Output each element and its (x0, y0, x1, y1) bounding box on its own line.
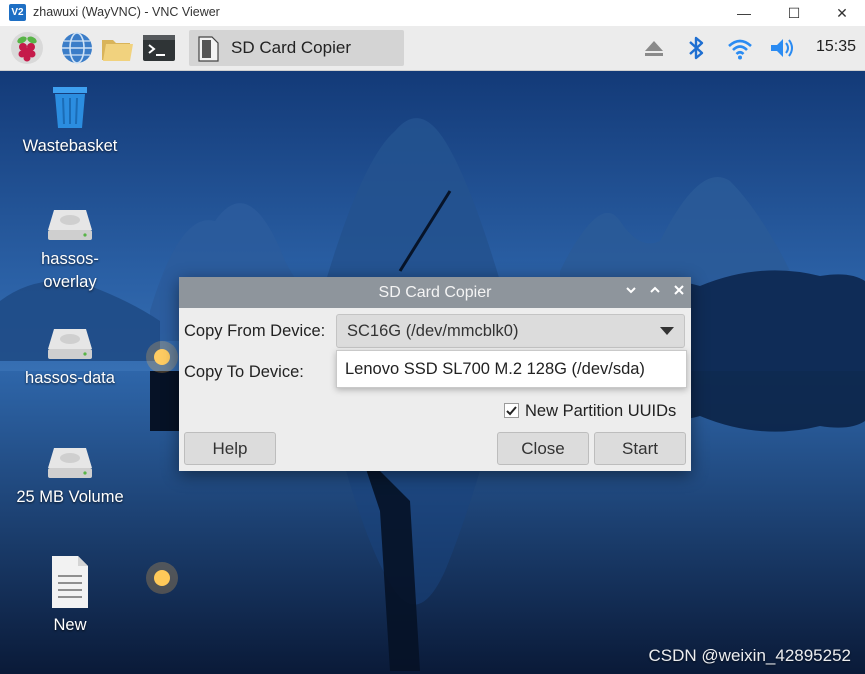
checkmark-icon (506, 406, 517, 416)
desktop-icon-25mb-volume[interactable]: 25 MB Volume (10, 442, 130, 509)
copy-from-dropdown[interactable]: SC16G (/dev/mmcblk0) (336, 314, 685, 348)
drive-icon (48, 448, 92, 478)
copy-from-selected-value: SC16G (/dev/mmcblk0) (347, 322, 519, 340)
sd-card-copier-dialog: SD Card Copier Copy From Device: SC16G (… (179, 277, 691, 471)
terminal-icon[interactable] (141, 30, 177, 66)
volume-icon[interactable] (768, 33, 798, 63)
desktop-icon-label-line1: hassos- (41, 250, 99, 268)
raspberry-menu-icon[interactable] (9, 30, 45, 66)
dialog-close-icon[interactable] (669, 282, 689, 302)
vnc-window-titlebar: V2 zhawuxi (WayVNC) - VNC Viewer — ☐ ✕ (0, 0, 865, 26)
desktop-icon-label: hassos-data (25, 369, 115, 387)
dialog-minimize-chevron-down-icon[interactable] (621, 282, 641, 302)
desktop-icon-hassos-overlay[interactable]: hassos- overlay (10, 204, 130, 294)
file-manager-folder-icon[interactable] (100, 30, 136, 66)
dialog-titlebar[interactable]: SD Card Copier (179, 277, 691, 308)
start-button[interactable]: Start (594, 432, 686, 465)
maximize-button[interactable]: ☐ (771, 0, 817, 26)
sd-card-icon (197, 36, 219, 62)
copy-to-dropdown-popup[interactable]: Lenovo SSD SL700 M.2 128G (/dev/sda) (336, 350, 687, 388)
bluetooth-icon[interactable] (685, 33, 707, 63)
desktop-icon-label: 25 MB Volume (16, 488, 124, 506)
desktop-icon-hassos-data[interactable]: hassos-data (10, 323, 130, 390)
new-partition-uuids-label: New Partition UUIDs (525, 402, 677, 420)
document-icon (52, 556, 88, 608)
clock[interactable]: 15:35 (816, 38, 856, 56)
desktop-icon-label: New (53, 616, 87, 634)
close-window-button[interactable]: ✕ (819, 0, 865, 26)
taskbar-window-label: SD Card Copier (231, 38, 351, 57)
desktop-icon-label: Wastebasket (22, 137, 118, 155)
minimize-button[interactable]: — (721, 0, 767, 26)
dialog-maximize-chevron-up-icon[interactable] (645, 282, 665, 302)
vnc-window-title: zhawuxi (WayVNC) - VNC Viewer (33, 5, 220, 19)
top-panel: SD Card Copier 15:35 (0, 26, 865, 71)
copy-to-option[interactable]: Lenovo SSD SL700 M.2 128G (/dev/sda) (345, 360, 645, 379)
desktop-icon-label-line2: overlay (43, 273, 97, 291)
vnc-logo-icon: V2 (9, 4, 26, 21)
copy-to-label: Copy To Device: (184, 363, 304, 381)
drive-icon (48, 210, 92, 240)
close-button[interactable]: Close (497, 432, 589, 465)
dropdown-arrow-icon (660, 327, 674, 335)
browser-globe-icon[interactable] (59, 30, 95, 66)
dialog-title: SD Card Copier (378, 284, 492, 301)
wifi-icon[interactable] (726, 33, 754, 63)
taskbar-window-sd-card-copier[interactable]: SD Card Copier (189, 30, 404, 66)
help-button[interactable]: Help (184, 432, 276, 465)
copy-from-label: Copy From Device: (184, 322, 326, 340)
new-partition-uuids-checkbox[interactable] (504, 403, 519, 418)
drive-icon (48, 329, 92, 359)
desktop-icon-wastebasket[interactable]: Wastebasket (10, 83, 130, 158)
eject-icon[interactable] (641, 33, 667, 63)
csdn-watermark: CSDN @weixin_42895252 (648, 646, 851, 665)
trash-icon (53, 87, 87, 128)
desktop-icon-new[interactable]: New (10, 554, 130, 637)
